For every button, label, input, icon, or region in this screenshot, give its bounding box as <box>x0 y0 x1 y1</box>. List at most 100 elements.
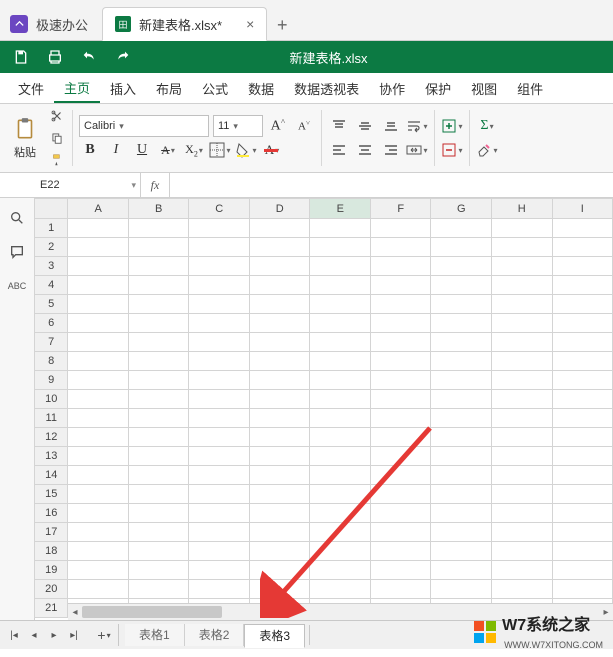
cell[interactable] <box>310 314 371 333</box>
cell[interactable] <box>249 238 310 257</box>
cell[interactable] <box>310 371 371 390</box>
cell[interactable] <box>68 447 129 466</box>
cell[interactable] <box>431 561 492 580</box>
row-header[interactable]: 13 <box>35 447 68 466</box>
cell[interactable] <box>189 504 250 523</box>
cell[interactable] <box>370 523 430 542</box>
cell[interactable] <box>310 580 371 599</box>
column-header[interactable]: E <box>310 199 371 219</box>
row-header[interactable]: 19 <box>35 561 68 580</box>
delete-cells-button[interactable]: ▾ <box>441 139 463 161</box>
cell[interactable] <box>310 561 371 580</box>
cell[interactable] <box>249 523 310 542</box>
cell[interactable] <box>189 314 250 333</box>
cell[interactable] <box>492 561 553 580</box>
cell[interactable] <box>552 504 612 523</box>
cell[interactable] <box>128 390 189 409</box>
cell[interactable] <box>492 504 553 523</box>
cell[interactable] <box>189 219 250 238</box>
row-header[interactable]: 8 <box>35 352 68 371</box>
row-header[interactable]: 16 <box>35 504 68 523</box>
cell[interactable] <box>189 428 250 447</box>
cell[interactable] <box>492 466 553 485</box>
sheet-nav-next[interactable]: ▸ <box>44 625 64 645</box>
cell[interactable] <box>431 219 492 238</box>
row-header[interactable]: 2 <box>35 238 68 257</box>
cell[interactable] <box>431 314 492 333</box>
cell[interactable] <box>370 447 430 466</box>
cell[interactable] <box>310 257 371 276</box>
cell[interactable] <box>552 352 612 371</box>
fill-color-button[interactable]: ▾ <box>235 139 257 161</box>
cell[interactable] <box>249 561 310 580</box>
menu-item-7[interactable]: 协作 <box>369 73 415 103</box>
cell[interactable] <box>128 504 189 523</box>
cell[interactable] <box>128 523 189 542</box>
cell[interactable] <box>370 485 430 504</box>
cell[interactable] <box>128 352 189 371</box>
font-size-combo[interactable]: 11▾ <box>213 115 263 137</box>
cell[interactable] <box>189 561 250 580</box>
cell[interactable] <box>310 352 371 371</box>
row-header[interactable]: 1 <box>35 219 68 238</box>
row-header[interactable]: 14 <box>35 466 68 485</box>
cell[interactable] <box>370 466 430 485</box>
scrollbar-thumb[interactable] <box>82 606 222 618</box>
sheet-tab-1[interactable]: 表格2 <box>185 624 245 646</box>
cell[interactable] <box>552 276 612 295</box>
menu-item-0[interactable]: 文件 <box>8 73 54 103</box>
cell[interactable] <box>552 257 612 276</box>
fx-label[interactable]: fx <box>141 173 170 197</box>
cell[interactable] <box>68 466 129 485</box>
cell[interactable] <box>249 447 310 466</box>
cell[interactable] <box>128 257 189 276</box>
cell[interactable] <box>310 428 371 447</box>
menu-item-8[interactable]: 保护 <box>415 73 461 103</box>
cell[interactable] <box>492 352 553 371</box>
cell[interactable] <box>370 390 430 409</box>
cell[interactable] <box>249 219 310 238</box>
cell[interactable] <box>128 371 189 390</box>
cell[interactable] <box>431 504 492 523</box>
cell[interactable] <box>128 580 189 599</box>
column-header[interactable]: I <box>552 199 612 219</box>
cell[interactable] <box>189 257 250 276</box>
file-tab-active[interactable]: 田 新建表格.xlsx* × <box>102 7 267 41</box>
cell[interactable] <box>68 238 129 257</box>
row-header[interactable]: 11 <box>35 409 68 428</box>
cell[interactable] <box>492 485 553 504</box>
cell[interactable] <box>68 371 129 390</box>
clear-button[interactable]: ▾ <box>476 139 498 161</box>
cell[interactable] <box>431 466 492 485</box>
cell[interactable] <box>128 466 189 485</box>
cell[interactable] <box>249 295 310 314</box>
cell[interactable] <box>68 314 129 333</box>
menu-item-1[interactable]: 主页 <box>54 73 100 103</box>
cell[interactable] <box>370 504 430 523</box>
cell[interactable] <box>189 580 250 599</box>
cell[interactable] <box>492 219 553 238</box>
column-header[interactable]: D <box>249 199 310 219</box>
cell[interactable] <box>310 276 371 295</box>
cell[interactable] <box>310 390 371 409</box>
cell[interactable] <box>310 542 371 561</box>
cell[interactable] <box>552 447 612 466</box>
cell[interactable] <box>249 428 310 447</box>
cell[interactable] <box>249 580 310 599</box>
close-icon[interactable]: × <box>246 16 254 32</box>
cell[interactable] <box>68 352 129 371</box>
cell[interactable] <box>370 333 430 352</box>
cell[interactable] <box>128 561 189 580</box>
cell[interactable] <box>249 542 310 561</box>
cell[interactable] <box>68 276 129 295</box>
cell[interactable] <box>189 276 250 295</box>
row-header[interactable]: 4 <box>35 276 68 295</box>
cell[interactable] <box>552 485 612 504</box>
cell[interactable] <box>431 238 492 257</box>
cell[interactable] <box>431 447 492 466</box>
cell[interactable] <box>68 523 129 542</box>
cell[interactable] <box>431 257 492 276</box>
cell[interactable] <box>431 390 492 409</box>
sheet-nav-prev[interactable]: ◂ <box>24 625 44 645</box>
menu-item-2[interactable]: 插入 <box>100 73 146 103</box>
